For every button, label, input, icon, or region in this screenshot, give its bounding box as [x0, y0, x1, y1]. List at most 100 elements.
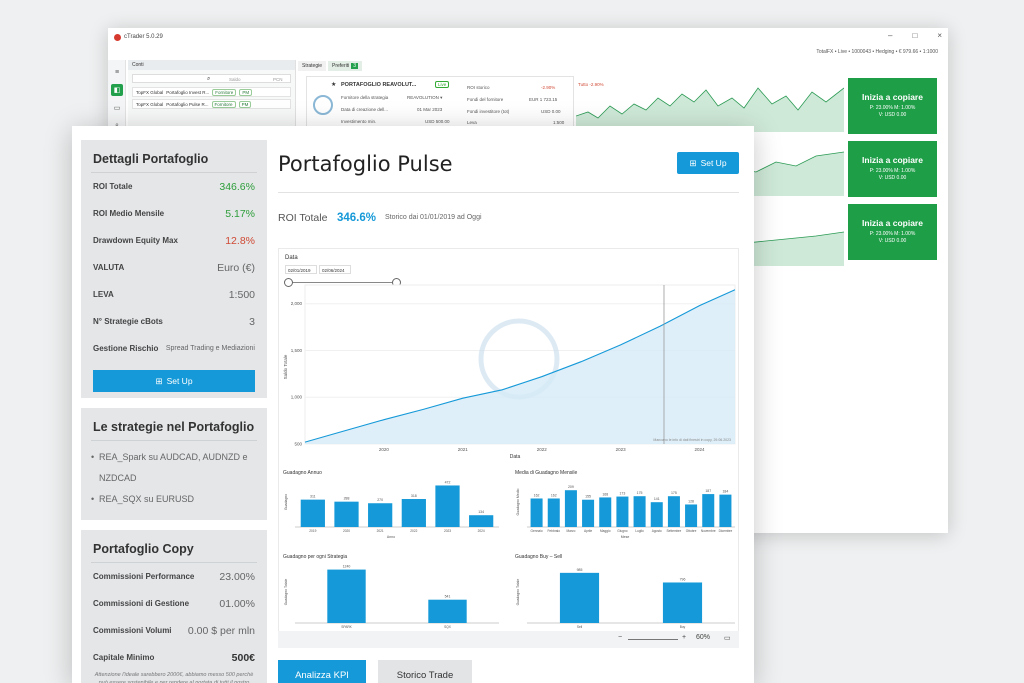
- x-tick-label: 2023: [616, 447, 627, 452]
- account-code: PM: [238, 100, 252, 108]
- account-code: PM: [239, 88, 253, 96]
- bar: [599, 497, 612, 527]
- x-tick-label: Febbraio: [547, 529, 560, 533]
- x-tick-label: Dicembre: [719, 529, 733, 533]
- maximize-icon[interactable]: □: [912, 31, 917, 40]
- analyze-kpi-button[interactable]: Analizza KPI: [278, 660, 366, 683]
- account-selector[interactable]: TotalFX • Live • 1000043 • Hedging • € 9…: [816, 49, 938, 55]
- star-icon[interactable]: ★: [331, 81, 336, 88]
- account-broker: TopFX Global: [136, 101, 164, 107]
- x-tick-label: 2022: [537, 447, 548, 452]
- x-tick-label: 2022: [410, 529, 417, 533]
- strategy-value: USD 500.00: [425, 119, 450, 124]
- divider: [278, 192, 739, 193]
- menu-icon[interactable]: ≡: [111, 66, 123, 78]
- bar-value-label: 175: [671, 491, 677, 495]
- column-saldo: Saldo: [229, 77, 241, 82]
- y-tick-label: 1,500: [291, 348, 303, 353]
- plus-box-icon: ⊞: [155, 375, 163, 386]
- account-row[interactable]: TopFX Global Portafoglio Invest R... For…: [132, 87, 291, 97]
- strategy-value: REAVOLUTION ▾: [407, 95, 443, 100]
- copy-key: Commissioni Performance: [93, 572, 195, 581]
- search-icon: ⌕: [207, 76, 211, 82]
- bar: [702, 494, 715, 527]
- zoom-out-icon[interactable]: −: [618, 634, 622, 641]
- bar-value-label: 173: [619, 492, 625, 496]
- x-tick-label: Marzo: [566, 529, 575, 533]
- portfolio-card: Dettagli Portafoglio ROI Totale 346.6% RO…: [72, 126, 754, 683]
- account-tag: Fornitore: [211, 100, 236, 108]
- strategy-key: Fondi investitore (tot): [467, 109, 510, 114]
- bar-value-label: 209: [568, 485, 574, 489]
- chart-caption: Tutto -2.90%: [578, 82, 604, 87]
- account-row[interactable]: TopFX Global Portafoglio Pulse R... Forn…: [132, 99, 291, 109]
- account-broker: TopFX Global: [136, 89, 164, 95]
- trade-history-button[interactable]: Storico Trade: [378, 660, 472, 683]
- detail-key: ROI Medio Mensile: [93, 209, 165, 218]
- x-tick-label: SPARK: [341, 625, 352, 629]
- bar: [559, 572, 600, 623]
- x-tick-label: Settembre: [667, 529, 682, 533]
- setup-button[interactable]: ⊞ Set Up: [677, 152, 739, 174]
- fit-screen-icon[interactable]: ▭: [724, 634, 731, 642]
- start-copy-button[interactable]: Inizia a copiare P: 23.00% M: 1.00% V: U…: [848, 141, 937, 197]
- tab-preferiti[interactable]: Preferiti 3: [328, 61, 363, 71]
- y-axis-label: Guadagno Totale: [284, 579, 288, 606]
- x-tick-label: 2021: [458, 447, 469, 452]
- strategy-key: Data di creazione dell...: [341, 107, 389, 112]
- chart-title: Media di Guadagno Mensile: [515, 470, 577, 476]
- strategy-value: -2.90%: [541, 85, 556, 90]
- bar: [327, 569, 366, 623]
- bar-value-label: 128: [688, 499, 694, 503]
- strategy-logo-icon: [313, 95, 333, 115]
- detail-row: ROI Medio Mensile 5.17%: [81, 200, 267, 227]
- copy-key: Capitale Minimo: [93, 653, 155, 662]
- start-copy-button[interactable]: Inizia a copiare P: 23.00% M: 1.00% V: U…: [848, 78, 937, 134]
- detail-key: ROI Totale: [93, 182, 133, 191]
- bar: [633, 496, 646, 527]
- copy-panel: Portafoglio Copy Commissioni Performance…: [81, 530, 267, 683]
- copy-value: 01.00%: [219, 597, 255, 610]
- bar: [719, 494, 732, 527]
- strategies-panel: Le strategie nel Portafoglio REA_Spark s…: [81, 408, 267, 520]
- x-tick-label: Sell: [577, 625, 583, 629]
- bar-value-label: 796: [680, 577, 686, 581]
- close-icon[interactable]: ×: [937, 31, 942, 40]
- strategy-card[interactable]: ★ PORTAFOGLIO REAVOLUT... Live Fornitore…: [306, 76, 574, 128]
- tab-preferiti-label: Preferiti: [332, 63, 350, 69]
- accounts-header: Conti: [128, 60, 295, 70]
- setup-button[interactable]: ⊞ Set Up: [93, 370, 255, 392]
- wallet-icon[interactable]: ▭: [111, 102, 123, 114]
- detail-key: Drawdown Equity Max: [93, 236, 178, 245]
- roi-label: ROI Totale: [278, 212, 328, 224]
- copy-icon[interactable]: ◧: [111, 84, 123, 96]
- start-copy-button[interactable]: Inizia a copiare P: 23.00% M: 1.00% V: U…: [848, 204, 937, 260]
- strategy-key: Fondi del fornitore: [467, 97, 504, 102]
- bar: [564, 490, 577, 527]
- ctrader-titlebar: cTrader 5.0.29: [108, 28, 948, 46]
- accounts-search-input[interactable]: ⌕ Saldo PCN: [132, 74, 291, 83]
- bar: [435, 485, 460, 527]
- bar: [530, 498, 543, 527]
- minimize-icon[interactable]: –: [888, 31, 892, 40]
- x-tick-label: Maggio: [600, 529, 611, 533]
- roi-value: 346.6%: [337, 212, 377, 224]
- start-copy-title: Inizia a copiare: [862, 218, 923, 228]
- tab-strategie[interactable]: Strategie: [298, 61, 327, 71]
- x-tick-label: Aprile: [584, 529, 592, 533]
- zoom-slider[interactable]: [628, 639, 678, 640]
- x-tick-label: 2019: [309, 529, 316, 533]
- y-axis-label: Guadagno Medio: [516, 489, 520, 516]
- zoom-in-icon[interactable]: +: [682, 634, 686, 641]
- start-copy-title: Inizia a copiare: [862, 92, 923, 102]
- bar: [616, 496, 629, 527]
- analytics-panel: Data 02/01/2019 02/06/2024 500 1,000 1,500…: [278, 248, 739, 648]
- detail-row: Gestione Rischio Spread Trading e Mediazi…: [81, 335, 267, 362]
- bar: [650, 502, 663, 527]
- x-tick-label: 2024: [694, 447, 705, 452]
- bar-value-label: 288: [344, 497, 350, 501]
- start-copy-title: Inizia a copiare: [862, 155, 923, 165]
- bar-value-label: 187: [705, 489, 711, 493]
- detail-row: ROI Totale 346.6%: [81, 173, 267, 200]
- copy-key: Commissioni di Gestione: [93, 599, 190, 608]
